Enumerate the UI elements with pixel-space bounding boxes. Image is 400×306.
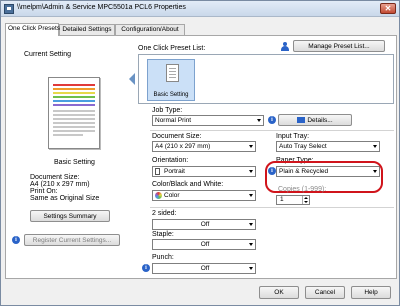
summary-print-on-label: Print On:	[30, 188, 58, 195]
collapse-arrow-icon[interactable]	[129, 73, 135, 85]
input-tray-select[interactable]: Auto Tray Select	[276, 141, 380, 152]
preset-list-label: One Click Preset List:	[138, 45, 206, 52]
manage-preset-list-button[interactable]: Manage Preset List...	[293, 40, 385, 52]
two-sided-label: 2 sided:	[152, 210, 177, 217]
staple-label: Staple:	[152, 231, 174, 238]
details-button[interactable]: Details...	[278, 114, 352, 126]
job-type-label: Job Type:	[152, 107, 183, 114]
preset-list: Basic Setting	[138, 54, 394, 104]
tab-one-click-presets[interactable]: One Click Presets	[5, 23, 60, 36]
copies-stepper[interactable]: 1	[276, 195, 310, 205]
chevron-down-icon	[249, 145, 253, 148]
copies-label: Copies (1-999):	[278, 186, 327, 193]
chevron-down-icon	[249, 267, 253, 270]
current-setting-label: Current Setting	[24, 51, 72, 58]
info-icon: i	[268, 116, 276, 124]
page-preview	[48, 77, 100, 149]
tab-detailed-settings[interactable]: Detailed Settings	[59, 24, 115, 35]
details-label: Details...	[307, 117, 333, 124]
color-value: Color	[164, 192, 180, 199]
document-icon	[166, 64, 179, 82]
title-bar: \\melpm\Admin & Service MPC5501a PCL6 Pr…	[1, 1, 399, 17]
summary-document-size-value: A4 (210 x 297 mm)	[30, 181, 90, 188]
punch-label: Punch:	[152, 254, 174, 261]
copies-value: 1	[280, 196, 284, 203]
current-preset-name: Basic Setting	[54, 159, 95, 166]
orientation-select[interactable]: Portrait	[152, 166, 256, 177]
punch-select[interactable]: Off	[152, 263, 256, 274]
color-select[interactable]: Color	[152, 190, 256, 201]
chevron-down-icon	[249, 243, 253, 246]
printer-icon	[4, 4, 14, 14]
tab-configuration-about[interactable]: Configuration/About	[115, 24, 185, 35]
preset-tile-label: Basic Setting	[153, 92, 189, 98]
chevron-down-icon	[373, 145, 377, 148]
cancel-button[interactable]: Cancel	[305, 286, 345, 299]
job-type-select[interactable]: Normal Print	[152, 115, 264, 126]
chevron-down-icon	[257, 119, 261, 122]
details-icon	[297, 117, 306, 123]
divider	[150, 130, 394, 131]
chevron-down-icon	[249, 223, 253, 226]
window-title: \\melpm\Admin & Service MPC5501a PCL6 Pr…	[17, 4, 186, 11]
staple-value: Off	[200, 241, 210, 248]
orientation-label: Orientation:	[152, 157, 189, 164]
input-tray-value: Auto Tray Select	[279, 143, 327, 150]
two-sided-select[interactable]: Off	[152, 219, 256, 230]
input-tray-label: Input Tray:	[276, 133, 310, 140]
color-label: Color/Black and White:	[152, 181, 224, 188]
document-size-select[interactable]: A4 (210 x 297 mm)	[152, 141, 256, 152]
color-wheel-icon	[155, 192, 162, 199]
register-current-settings-button[interactable]: Register Current Settings...	[24, 234, 120, 246]
divider	[150, 207, 394, 208]
info-icon: i	[142, 264, 150, 272]
orientation-value: Portrait	[164, 168, 185, 175]
staple-select[interactable]: Off	[152, 239, 256, 250]
properties-window: \\melpm\Admin & Service MPC5501a PCL6 Pr…	[0, 0, 400, 306]
job-type-value: Normal Print	[155, 117, 192, 124]
settings-summary-button[interactable]: Settings Summary	[30, 210, 110, 222]
help-button[interactable]: Help	[351, 286, 391, 299]
summary-print-on-value: Same as Original Size	[30, 195, 100, 202]
preset-tile-basic-setting[interactable]: Basic Setting	[147, 59, 195, 101]
document-size-label: Document Size:	[152, 133, 202, 140]
info-icon: i	[12, 236, 20, 244]
close-button[interactable]: ✕	[380, 3, 396, 14]
two-sided-value: Off	[200, 221, 210, 228]
tab-panel: Current Setting Basic Setting Document S…	[5, 35, 397, 279]
user-icon	[281, 42, 289, 51]
chevron-down-icon	[249, 170, 253, 173]
ok-button[interactable]: OK	[259, 286, 299, 299]
summary-document-size-label: Document Size:	[30, 174, 80, 181]
spin-down-icon[interactable]	[302, 200, 309, 204]
punch-value: Off	[200, 265, 210, 272]
chevron-down-icon	[249, 194, 253, 197]
document-size-value: A4 (210 x 297 mm)	[155, 143, 211, 150]
portrait-icon	[155, 168, 160, 175]
